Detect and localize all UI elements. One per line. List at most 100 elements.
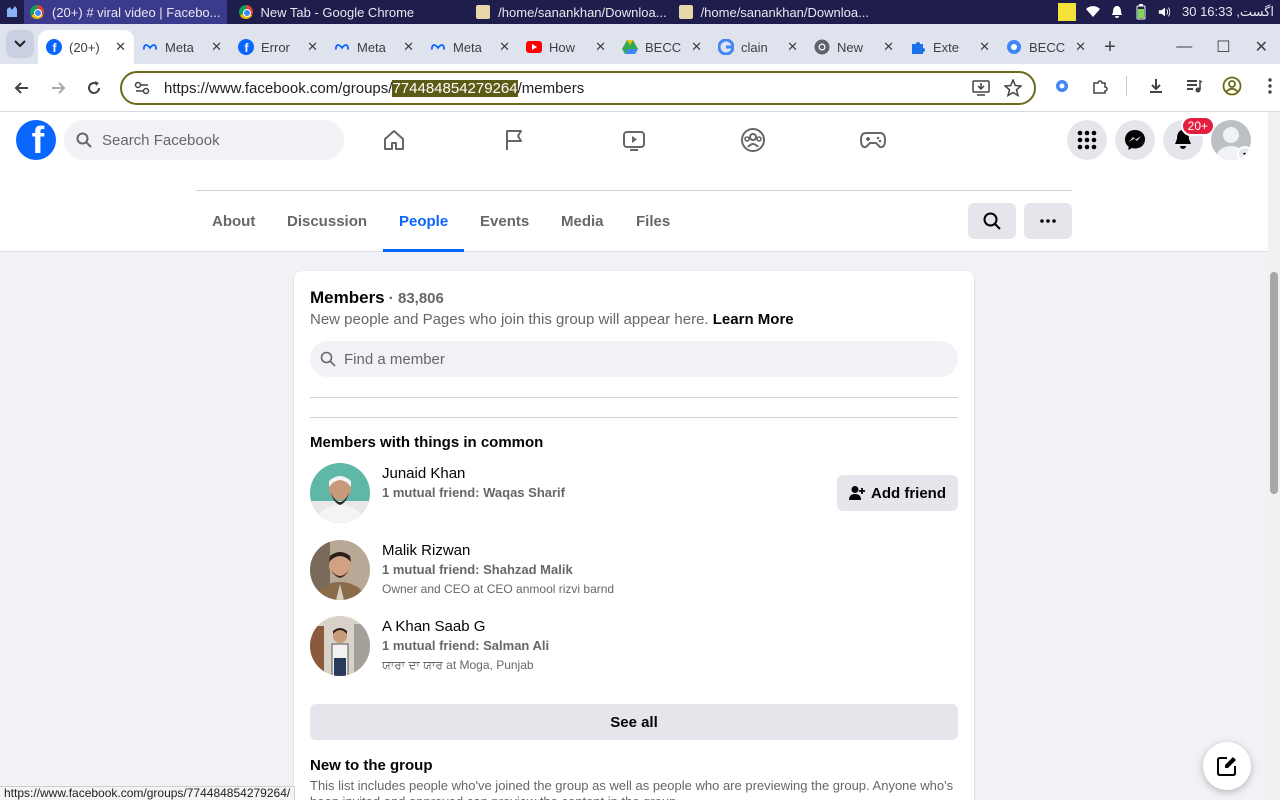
messenger-icon — [1125, 130, 1145, 150]
nav-home[interactable] — [364, 112, 424, 168]
close-window-icon[interactable]: ✕ — [1255, 37, 1268, 57]
tab-events[interactable]: Events — [464, 200, 545, 252]
chevron-down-icon: ▾ — [1237, 146, 1251, 160]
see-all-button[interactable]: See all — [310, 704, 958, 740]
compose-icon — [1217, 757, 1236, 776]
address-bar[interactable]: https://www.facebook.com/groups/77448485… — [120, 71, 1036, 105]
messenger-button[interactable] — [1115, 120, 1155, 160]
facebook-search[interactable] — [64, 120, 344, 160]
extensions-puzzle-icon[interactable] — [1088, 74, 1112, 98]
group-search-button[interactable] — [968, 203, 1016, 239]
notification-bell-icon[interactable] — [1110, 5, 1124, 19]
nav-video[interactable] — [604, 112, 664, 168]
member-name[interactable]: Malik Rizwan — [382, 542, 470, 559]
forward-button[interactable] — [40, 70, 76, 106]
close-tab-icon[interactable]: ✕ — [595, 39, 606, 55]
sticky-note-icon[interactable] — [1057, 3, 1076, 21]
site-settings-icon[interactable] — [134, 80, 150, 96]
tab-about[interactable]: About — [196, 200, 271, 252]
tab-media[interactable]: Media — [545, 200, 620, 252]
taskbar-task-facebook[interactable]: (20+) # viral video | Facebo... — [24, 0, 227, 24]
download-icon[interactable] — [1144, 74, 1168, 98]
menu-button[interactable] — [1067, 120, 1107, 160]
install-app-icon[interactable] — [972, 79, 990, 97]
browser-tab-facebook[interactable]: f (20+) ✕ — [38, 30, 134, 64]
tab-files[interactable]: Files — [620, 200, 686, 252]
taskbar-task-folder[interactable]: /home/sanankhan/Downloa... — [673, 0, 875, 24]
nav-pages[interactable] — [484, 112, 544, 168]
star-bookmark-icon[interactable] — [1004, 79, 1022, 97]
folder-icon — [678, 5, 693, 19]
scrollbar-thumb[interactable] — [1270, 272, 1278, 494]
browser-tab[interactable]: How ✕ — [518, 30, 614, 64]
minimize-icon[interactable]: — — [1176, 38, 1192, 56]
browser-tab[interactable]: New ✕ — [806, 30, 902, 64]
member-mutual-friends[interactable]: 1 mutual friend: Salman Ali — [382, 638, 549, 653]
taskbar-task-newtab[interactable]: New Tab - Google Chrome — [233, 0, 421, 24]
browser-tab[interactable]: Meta ✕ — [422, 30, 518, 64]
url-text[interactable]: https://www.facebook.com/groups/77448485… — [164, 79, 584, 97]
close-tab-icon[interactable]: ✕ — [115, 39, 126, 55]
clock[interactable]: 30 اگست, 16:33 — [1182, 4, 1274, 20]
back-button[interactable] — [4, 70, 40, 106]
member-name[interactable]: A Khan Saab G — [382, 618, 485, 635]
close-tab-icon[interactable]: ✕ — [211, 39, 222, 55]
find-member-search[interactable] — [310, 341, 958, 377]
member-avatar[interactable] — [310, 540, 370, 600]
group-more-button[interactable] — [1024, 203, 1072, 239]
member-mutual-friends[interactable]: 1 mutual friend: Waqas Sharif — [382, 485, 565, 500]
browser-tab[interactable]: clain ✕ — [710, 30, 806, 64]
kebab-menu-icon[interactable] — [1258, 74, 1280, 98]
browser-tab[interactable]: Meta ✕ — [134, 30, 230, 64]
member-avatar[interactable] — [310, 463, 370, 523]
battery-icon[interactable] — [1134, 4, 1148, 20]
close-tab-icon[interactable]: ✕ — [307, 39, 318, 55]
system-tray: 30 اگست, 16:33 — [1057, 0, 1280, 24]
close-tab-icon[interactable]: ✕ — [787, 39, 798, 55]
new-members-description: This list includes people who've joined … — [310, 778, 954, 800]
taskbar-task-label: New Tab - Google Chrome — [260, 4, 415, 20]
browser-tab[interactable]: Meta ✕ — [326, 30, 422, 64]
close-tab-icon[interactable]: ✕ — [883, 39, 894, 55]
member-item: Junaid Khan 1 mutual friend: Waqas Shari… — [310, 463, 958, 523]
close-tab-icon[interactable]: ✕ — [691, 39, 702, 55]
browser-tab[interactable]: Exte ✕ — [902, 30, 998, 64]
facebook-logo[interactable]: f — [16, 120, 56, 160]
wifi-icon[interactable] — [1085, 5, 1100, 19]
find-member-input[interactable] — [344, 350, 904, 368]
media-control-icon[interactable] — [1182, 74, 1206, 98]
new-tab-button[interactable]: + — [1094, 30, 1126, 64]
extension-globe-icon[interactable] — [1050, 74, 1074, 98]
app-launcher-icon[interactable] — [0, 0, 24, 24]
tab-discussion[interactable]: Discussion — [271, 200, 383, 252]
reload-button[interactable] — [76, 70, 112, 106]
browser-tab[interactable]: f Error ✕ — [230, 30, 326, 64]
new-message-button[interactable] — [1203, 742, 1251, 790]
close-tab-icon[interactable]: ✕ — [499, 39, 510, 55]
page-scrollbar[interactable] — [1268, 112, 1280, 800]
member-mutual-friends[interactable]: 1 mutual friend: Shahzad Malik — [382, 562, 573, 577]
account-avatar[interactable]: ▾ — [1211, 120, 1251, 160]
notifications-button[interactable]: 20+ — [1163, 116, 1215, 160]
chrome-icon — [814, 39, 830, 55]
tab-people[interactable]: People — [383, 200, 465, 252]
facebook-search-input[interactable] — [102, 131, 322, 149]
browser-tab[interactable]: BECC ✕ — [614, 30, 710, 64]
nav-groups[interactable] — [723, 112, 783, 168]
member-item: Malik Rizwan 1 mutual friend: Shahzad Ma… — [310, 540, 958, 600]
member-avatar[interactable] — [310, 616, 370, 676]
maximize-icon[interactable]: ☐ — [1216, 37, 1230, 57]
profile-icon[interactable] — [1220, 74, 1244, 98]
tab-search-button[interactable] — [6, 30, 34, 58]
member-name[interactable]: Junaid Khan — [382, 465, 465, 482]
drive-icon — [622, 39, 638, 55]
taskbar-task-folder[interactable]: /home/sanankhan/Downloa... — [470, 0, 672, 24]
add-friend-button[interactable]: Add friend — [837, 475, 958, 511]
close-tab-icon[interactable]: ✕ — [1075, 39, 1086, 55]
close-tab-icon[interactable]: ✕ — [979, 39, 990, 55]
nav-gaming[interactable] — [843, 112, 903, 168]
volume-icon[interactable] — [1158, 5, 1172, 19]
browser-tab[interactable]: BECC ✕ — [998, 30, 1094, 64]
close-tab-icon[interactable]: ✕ — [403, 39, 414, 55]
learn-more-link[interactable]: Learn More — [713, 311, 794, 328]
